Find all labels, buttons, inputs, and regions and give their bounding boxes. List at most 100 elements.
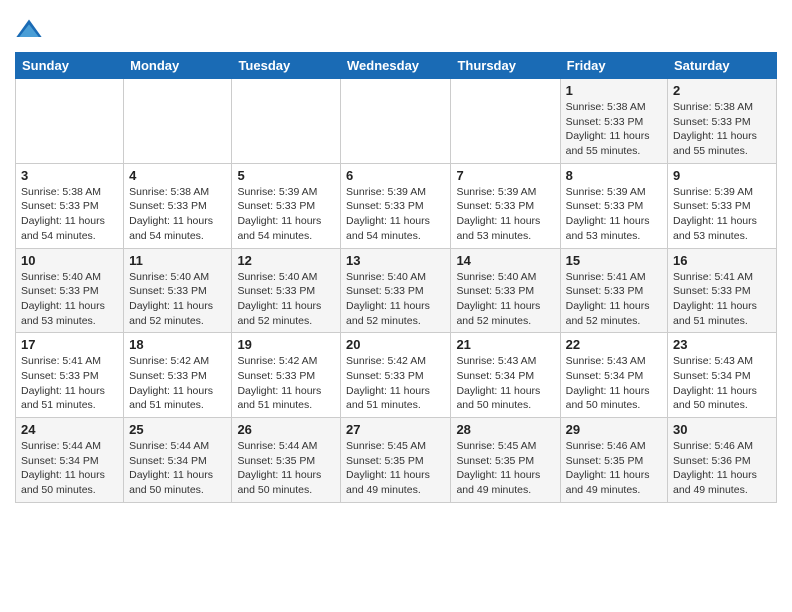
day-number: 12 (237, 253, 335, 268)
day-info: Sunrise: 5:44 AMSunset: 5:34 PMDaylight:… (21, 439, 118, 498)
week-row-1: 1 Sunrise: 5:38 AMSunset: 5:33 PMDaylight… (16, 79, 777, 164)
day-number: 26 (237, 422, 335, 437)
day-number: 8 (566, 168, 662, 183)
calendar-cell: 30 Sunrise: 5:46 AMSunset: 5:36 PMDayligh… (668, 418, 777, 503)
calendar-table: SundayMondayTuesdayWednesdayThursdayFrid… (15, 52, 777, 503)
calendar-cell: 2 Sunrise: 5:38 AMSunset: 5:33 PMDaylight… (668, 79, 777, 164)
day-number: 6 (346, 168, 445, 183)
day-number: 2 (673, 83, 771, 98)
calendar-cell: 14 Sunrise: 5:40 AMSunset: 5:33 PMDayligh… (451, 248, 560, 333)
calendar-cell (16, 79, 124, 164)
weekday-header-friday: Friday (560, 53, 667, 79)
weekday-header-row: SundayMondayTuesdayWednesdayThursdayFrid… (16, 53, 777, 79)
day-number: 7 (456, 168, 554, 183)
calendar-page: SundayMondayTuesdayWednesdayThursdayFrid… (0, 0, 792, 513)
day-info: Sunrise: 5:38 AMSunset: 5:33 PMDaylight:… (673, 100, 771, 159)
calendar-cell: 4 Sunrise: 5:38 AMSunset: 5:33 PMDaylight… (124, 163, 232, 248)
day-info: Sunrise: 5:39 AMSunset: 5:33 PMDaylight:… (237, 185, 335, 244)
day-info: Sunrise: 5:38 AMSunset: 5:33 PMDaylight:… (21, 185, 118, 244)
calendar-cell (451, 79, 560, 164)
day-info: Sunrise: 5:39 AMSunset: 5:33 PMDaylight:… (566, 185, 662, 244)
day-info: Sunrise: 5:42 AMSunset: 5:33 PMDaylight:… (129, 354, 226, 413)
day-info: Sunrise: 5:46 AMSunset: 5:35 PMDaylight:… (566, 439, 662, 498)
day-number: 15 (566, 253, 662, 268)
day-info: Sunrise: 5:43 AMSunset: 5:34 PMDaylight:… (456, 354, 554, 413)
day-info: Sunrise: 5:39 AMSunset: 5:33 PMDaylight:… (346, 185, 445, 244)
day-number: 23 (673, 337, 771, 352)
calendar-cell: 24 Sunrise: 5:44 AMSunset: 5:34 PMDayligh… (16, 418, 124, 503)
day-info: Sunrise: 5:45 AMSunset: 5:35 PMDaylight:… (456, 439, 554, 498)
calendar-cell: 5 Sunrise: 5:39 AMSunset: 5:33 PMDaylight… (232, 163, 341, 248)
week-row-5: 24 Sunrise: 5:44 AMSunset: 5:34 PMDayligh… (16, 418, 777, 503)
calendar-cell: 22 Sunrise: 5:43 AMSunset: 5:34 PMDayligh… (560, 333, 667, 418)
calendar-cell: 7 Sunrise: 5:39 AMSunset: 5:33 PMDaylight… (451, 163, 560, 248)
day-info: Sunrise: 5:45 AMSunset: 5:35 PMDaylight:… (346, 439, 445, 498)
day-number: 20 (346, 337, 445, 352)
day-info: Sunrise: 5:43 AMSunset: 5:34 PMDaylight:… (566, 354, 662, 413)
day-info: Sunrise: 5:42 AMSunset: 5:33 PMDaylight:… (237, 354, 335, 413)
calendar-cell (232, 79, 341, 164)
day-number: 13 (346, 253, 445, 268)
day-info: Sunrise: 5:38 AMSunset: 5:33 PMDaylight:… (129, 185, 226, 244)
day-number: 5 (237, 168, 335, 183)
day-info: Sunrise: 5:40 AMSunset: 5:33 PMDaylight:… (129, 270, 226, 329)
logo-icon (15, 16, 43, 44)
day-number: 25 (129, 422, 226, 437)
day-number: 28 (456, 422, 554, 437)
calendar-cell: 17 Sunrise: 5:41 AMSunset: 5:33 PMDayligh… (16, 333, 124, 418)
calendar-cell: 16 Sunrise: 5:41 AMSunset: 5:33 PMDayligh… (668, 248, 777, 333)
week-row-3: 10 Sunrise: 5:40 AMSunset: 5:33 PMDayligh… (16, 248, 777, 333)
day-info: Sunrise: 5:38 AMSunset: 5:33 PMDaylight:… (566, 100, 662, 159)
day-info: Sunrise: 5:44 AMSunset: 5:35 PMDaylight:… (237, 439, 335, 498)
day-number: 22 (566, 337, 662, 352)
calendar-cell: 13Sunrise: 5:40 AMSunset: 5:33 PMDayligh… (341, 248, 451, 333)
day-number: 3 (21, 168, 118, 183)
calendar-cell: 26 Sunrise: 5:44 AMSunset: 5:35 PMDayligh… (232, 418, 341, 503)
day-number: 16 (673, 253, 771, 268)
weekday-header-tuesday: Tuesday (232, 53, 341, 79)
day-number: 24 (21, 422, 118, 437)
header (15, 10, 777, 44)
day-number: 4 (129, 168, 226, 183)
weekday-header-sunday: Sunday (16, 53, 124, 79)
calendar-cell: 27 Sunrise: 5:45 AMSunset: 5:35 PMDayligh… (341, 418, 451, 503)
calendar-cell: 25 Sunrise: 5:44 AMSunset: 5:34 PMDayligh… (124, 418, 232, 503)
calendar-cell: 20Sunrise: 5:42 AMSunset: 5:33 PMDayligh… (341, 333, 451, 418)
day-number: 29 (566, 422, 662, 437)
day-info: Sunrise: 5:44 AMSunset: 5:34 PMDaylight:… (129, 439, 226, 498)
calendar-cell: 11 Sunrise: 5:40 AMSunset: 5:33 PMDayligh… (124, 248, 232, 333)
day-info: Sunrise: 5:41 AMSunset: 5:33 PMDaylight:… (673, 270, 771, 329)
day-number: 11 (129, 253, 226, 268)
weekday-header-thursday: Thursday (451, 53, 560, 79)
calendar-cell: 19 Sunrise: 5:42 AMSunset: 5:33 PMDayligh… (232, 333, 341, 418)
calendar-cell: 9Sunrise: 5:39 AMSunset: 5:33 PMDaylight… (668, 163, 777, 248)
day-number: 14 (456, 253, 554, 268)
week-row-2: 3 Sunrise: 5:38 AMSunset: 5:33 PMDaylight… (16, 163, 777, 248)
calendar-cell: 15 Sunrise: 5:41 AMSunset: 5:33 PMDayligh… (560, 248, 667, 333)
day-number: 18 (129, 337, 226, 352)
logo (15, 16, 45, 44)
day-number: 17 (21, 337, 118, 352)
day-info: Sunrise: 5:43 AMSunset: 5:34 PMDaylight:… (673, 354, 771, 413)
calendar-cell: 29 Sunrise: 5:46 AMSunset: 5:35 PMDayligh… (560, 418, 667, 503)
calendar-cell: 8 Sunrise: 5:39 AMSunset: 5:33 PMDaylight… (560, 163, 667, 248)
day-number: 27 (346, 422, 445, 437)
weekday-header-monday: Monday (124, 53, 232, 79)
calendar-cell (124, 79, 232, 164)
day-info: Sunrise: 5:40 AMSunset: 5:33 PMDaylight:… (21, 270, 118, 329)
day-info: Sunrise: 5:46 AMSunset: 5:36 PMDaylight:… (673, 439, 771, 498)
day-info: Sunrise: 5:40 AMSunset: 5:33 PMDaylight:… (237, 270, 335, 329)
calendar-cell: 23 Sunrise: 5:43 AMSunset: 5:34 PMDayligh… (668, 333, 777, 418)
day-info: Sunrise: 5:41 AMSunset: 5:33 PMDaylight:… (566, 270, 662, 329)
calendar-cell: 3 Sunrise: 5:38 AMSunset: 5:33 PMDaylight… (16, 163, 124, 248)
day-number: 19 (237, 337, 335, 352)
day-info: Sunrise: 5:39 AMSunset: 5:33 PMDaylight:… (673, 185, 771, 244)
day-info: Sunrise: 5:40 AMSunset: 5:33 PMDaylight:… (456, 270, 554, 329)
calendar-cell: 1 Sunrise: 5:38 AMSunset: 5:33 PMDaylight… (560, 79, 667, 164)
day-info: Sunrise: 5:41 AMSunset: 5:33 PMDaylight:… (21, 354, 118, 413)
day-info: Sunrise: 5:39 AMSunset: 5:33 PMDaylight:… (456, 185, 554, 244)
calendar-cell: 21Sunrise: 5:43 AMSunset: 5:34 PMDayligh… (451, 333, 560, 418)
day-number: 10 (21, 253, 118, 268)
day-number: 30 (673, 422, 771, 437)
day-number: 1 (566, 83, 662, 98)
